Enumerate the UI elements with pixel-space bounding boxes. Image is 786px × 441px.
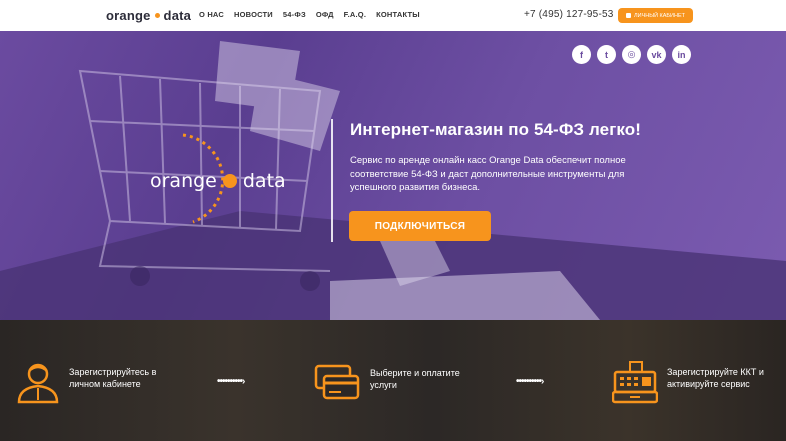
- nav-link-contacts[interactable]: КОНТАКТЫ: [376, 10, 420, 19]
- steps-section: Зарегистрируйтесь в личном кабинете ••••…: [0, 320, 786, 441]
- step-arrow-2: ••••••••••›: [516, 376, 544, 387]
- nav-link-ofd[interactable]: ОФД: [316, 10, 334, 19]
- twitter-icon[interactable]: t: [597, 45, 616, 64]
- hero-description: Сервис по аренде онлайн касс Orange Data…: [350, 155, 626, 193]
- top-navigation-bar: orange data О НАС НОВОСТИ 54-ФЗ ОФД F.A.…: [0, 0, 786, 31]
- hero-divider: [331, 119, 333, 242]
- hero-logo-dot-icon: [222, 174, 237, 188]
- logo-word-data: data: [163, 8, 192, 23]
- connect-button[interactable]: ПОДКЛЮЧИТЬСЯ: [349, 211, 491, 241]
- logo-word-orange: orange: [106, 8, 151, 23]
- linkedin-icon[interactable]: in: [672, 45, 691, 64]
- hero-logo-word-orange: orange: [150, 170, 217, 192]
- step-1-line-1: Зарегистрируйтесь в: [69, 367, 157, 377]
- site-logo[interactable]: orange data: [106, 8, 191, 23]
- step-3-line-2: активируйте сервис: [667, 379, 750, 389]
- logo-dot-icon: [154, 13, 160, 18]
- step-2-line-1: Выберите и оплатите: [370, 368, 460, 378]
- hero-logo-word-data: data: [242, 170, 286, 192]
- hero-banner: f t ◎ vk in orange data Интернет-магазин…: [0, 31, 786, 320]
- main-nav: О НАС НОВОСТИ 54-ФЗ ОФД F.A.Q. КОНТАКТЫ: [199, 10, 430, 19]
- step-1-line-2: личном кабинете: [69, 379, 141, 389]
- nav-link-news[interactable]: НОВОСТИ: [234, 10, 273, 19]
- step-3-text: Зарегистрируйте ККТ и активируйте сервис: [667, 366, 764, 390]
- instagram-icon[interactable]: ◎: [622, 45, 641, 64]
- social-links: f t ◎ vk in: [572, 45, 691, 64]
- step-3-line-1: Зарегистрируйте ККТ и: [667, 367, 764, 377]
- phone-number[interactable]: +7 (495) 127-95-53: [524, 9, 614, 20]
- facebook-icon[interactable]: f: [572, 45, 591, 64]
- vk-icon[interactable]: vk: [647, 45, 666, 64]
- user-icon: [17, 363, 59, 404]
- hero-logo: orange data: [150, 170, 286, 192]
- step-2-text: Выберите и оплатите услуги: [370, 367, 460, 391]
- step-arrow-1: ••••••••••›: [217, 376, 245, 387]
- nav-link-54fz[interactable]: 54-ФЗ: [283, 10, 306, 19]
- step-1-text: Зарегистрируйтесь в личном кабинете: [69, 366, 156, 390]
- step-2-line-2: услуги: [370, 380, 397, 390]
- cash-register-icon: [612, 361, 658, 404]
- personal-cabinet-button[interactable]: ЛИЧНЫЙ КАБИНЕТ: [618, 8, 693, 23]
- payment-card-icon: [314, 364, 360, 400]
- nav-link-faq[interactable]: F.A.Q.: [344, 10, 366, 19]
- personal-cabinet-label: ЛИЧНЫЙ КАБИНЕТ: [634, 12, 685, 19]
- hero-title: Интернет-магазин по 54-ФЗ легко!: [350, 120, 642, 139]
- lock-icon: [626, 13, 631, 18]
- nav-link-about[interactable]: О НАС: [199, 10, 224, 19]
